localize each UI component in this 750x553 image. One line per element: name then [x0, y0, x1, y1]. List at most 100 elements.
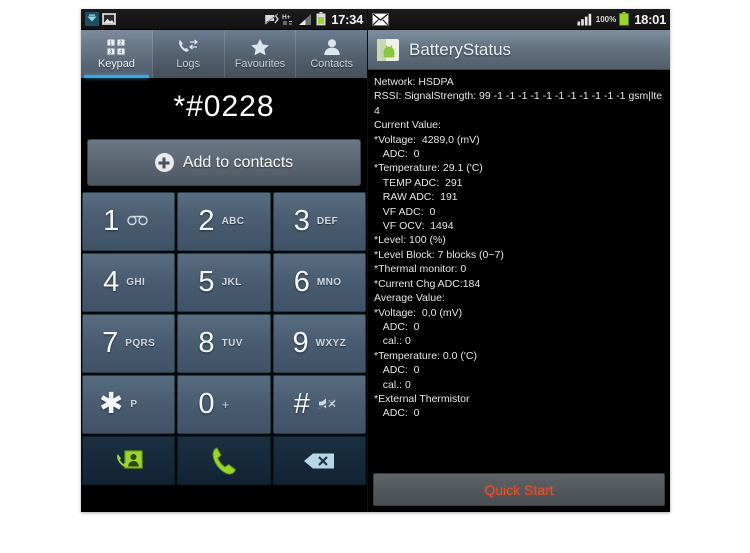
dialer-action-row — [81, 434, 367, 486]
voicemail-icon — [126, 215, 154, 229]
key-1-digit: 1 — [103, 205, 120, 237]
key-2-letters: ABC — [221, 216, 245, 227]
key-star[interactable]: ✱ P — [82, 375, 176, 434]
battery-percent-label: 100% — [595, 14, 617, 24]
key-7-digit: 7 — [102, 327, 119, 359]
key-9-digit: 9 — [292, 327, 309, 359]
key-6-letters: MNO — [316, 277, 342, 288]
star-icon — [249, 38, 271, 56]
quick-start-area: Quick Start — [368, 470, 670, 512]
key-2-digit: 2 — [198, 205, 215, 237]
key-7-letters: PQRS — [125, 338, 156, 349]
battery-readout-panel[interactable]: Network: HSDPA RSSI: SignalStrength: 99 … — [368, 70, 670, 470]
key-5-letters: JKL — [221, 277, 242, 288]
tab-logs-label: Logs — [176, 58, 200, 70]
contact-call-button[interactable] — [82, 436, 176, 485]
app-title: BatteryStatus — [409, 39, 512, 59]
left-status-bar: H+ 17:34 — [81, 9, 367, 30]
left-status-icons — [85, 12, 116, 26]
android-app-icon — [376, 38, 400, 62]
key-7[interactable]: 7 PQRS — [82, 314, 176, 373]
current-value-readout: *Voltage: 4289,0 (mV) ADC: 0 *Temperatur… — [374, 133, 504, 290]
svg-text:4: 4 — [120, 50, 123, 56]
right-status-icons — [372, 12, 389, 26]
key-8-letters: TUV — [221, 338, 243, 349]
tab-keypad-label: Keypad — [98, 58, 135, 70]
battery-icon — [316, 12, 326, 26]
nfc-off-icon — [264, 13, 280, 26]
dialed-number-display[interactable]: *#0228 — [81, 78, 367, 136]
key-0-digit: 0 — [198, 388, 215, 420]
key-9[interactable]: 9 WXYZ — [272, 314, 366, 373]
key-hash[interactable]: # — [272, 375, 366, 434]
svg-text:2: 2 — [120, 41, 123, 47]
wifi-download-icon — [85, 12, 99, 26]
battery-icon — [619, 12, 630, 26]
person-icon — [322, 38, 342, 56]
key-8[interactable]: 8 TUV — [177, 314, 271, 373]
screenshot-canvas: H+ 17:34 1 2 3 4 Keypad Logs Favourites … — [0, 0, 750, 553]
keypad-icon: 1 2 3 4 — [106, 38, 126, 56]
add-to-contacts-label: Add to contacts — [182, 153, 294, 171]
signal-icon — [577, 13, 593, 26]
key-3-letters: DEF — [316, 216, 339, 227]
key-5-digit: 5 — [198, 266, 215, 298]
quick-start-button[interactable]: Quick Start — [373, 473, 665, 506]
current-value-header: Current Value: — [374, 119, 441, 132]
tab-favourites[interactable]: Favourites — [225, 30, 297, 78]
contact-call-icon — [114, 448, 144, 474]
right-status-right-icons: 100% 18:01 — [577, 12, 666, 27]
key-5[interactable]: 5 JKL — [177, 253, 271, 312]
key-2[interactable]: 2 ABC — [177, 192, 271, 251]
left-status-right-icons: H+ 17:34 — [264, 12, 363, 27]
key-0[interactable]: 0 + — [177, 375, 271, 434]
right-status-bar: 100% 18:01 — [368, 9, 670, 30]
tab-keypad[interactable]: 1 2 3 4 Keypad — [81, 30, 153, 78]
plus-circle-icon — [154, 153, 174, 172]
backspace-icon — [302, 452, 336, 470]
call-log-icon — [177, 38, 199, 56]
average-value-readout: *Voltage: 0,0 (mV) ADC: 0 cal.: 0 *Tempe… — [374, 306, 477, 420]
key-hash-digit: # — [293, 388, 310, 420]
dial-keypad: 1 2 ABC 3 DEF 4 GHI 5 JKL 6 MNO 7 PQRS 8… — [81, 192, 367, 434]
right-clock: 18:01 — [634, 11, 666, 27]
average-value-header: Average Value: — [374, 292, 445, 305]
tab-favourites-label: Favourites — [234, 58, 286, 70]
dialer-tab-bar: 1 2 3 4 Keypad Logs Favourites Contacts — [81, 30, 367, 78]
tab-contacts[interactable]: Contacts — [296, 30, 367, 78]
dialed-number: *#0228 — [173, 90, 275, 123]
dialer-screen: H+ 17:34 1 2 3 4 Keypad Logs Favourites … — [81, 9, 368, 512]
tab-logs[interactable]: Logs — [153, 30, 225, 78]
key-3-digit: 3 — [293, 205, 310, 237]
key-6-digit: 6 — [293, 266, 310, 298]
mute-icon — [317, 396, 345, 413]
app-header: BatteryStatus — [368, 30, 670, 70]
svg-text:3: 3 — [110, 50, 113, 56]
svg-text:H+: H+ — [282, 14, 291, 21]
key-0-plus: + — [221, 397, 230, 412]
svg-text:1: 1 — [110, 41, 113, 47]
network-readout: Network: HSDPA RSSI: SignalStrength: 99 … — [374, 76, 663, 117]
call-button[interactable] — [177, 436, 271, 485]
add-to-contacts-button[interactable]: Add to contacts — [87, 139, 361, 186]
key-6[interactable]: 6 MNO — [272, 253, 366, 312]
key-4[interactable]: 4 GHI — [82, 253, 176, 312]
key-3[interactable]: 3 DEF — [272, 192, 366, 251]
key-8-digit: 8 — [198, 327, 215, 359]
hsdpa-icon: H+ — [282, 13, 295, 26]
quick-start-label: Quick Start — [484, 481, 554, 498]
batterystatus-screen: 100% 18:01 BatteryStatus Network: HSDPA … — [368, 9, 670, 512]
key-4-digit: 4 — [103, 266, 120, 298]
phone-handset-icon — [208, 446, 240, 476]
key-star-letters: P — [130, 399, 138, 410]
key-4-letters: GHI — [126, 277, 146, 288]
screenshot-icon — [102, 12, 116, 26]
tab-contacts-label: Contacts — [310, 58, 353, 70]
key-9-letters: WXYZ — [315, 338, 347, 349]
signal-icon — [298, 13, 313, 26]
left-clock: 17:34 — [331, 11, 363, 27]
backspace-button[interactable] — [272, 436, 366, 485]
phone-screens: H+ 17:34 1 2 3 4 Keypad Logs Favourites … — [81, 9, 670, 512]
key-1[interactable]: 1 — [82, 192, 176, 251]
key-star-digit: ✱ — [99, 388, 124, 420]
